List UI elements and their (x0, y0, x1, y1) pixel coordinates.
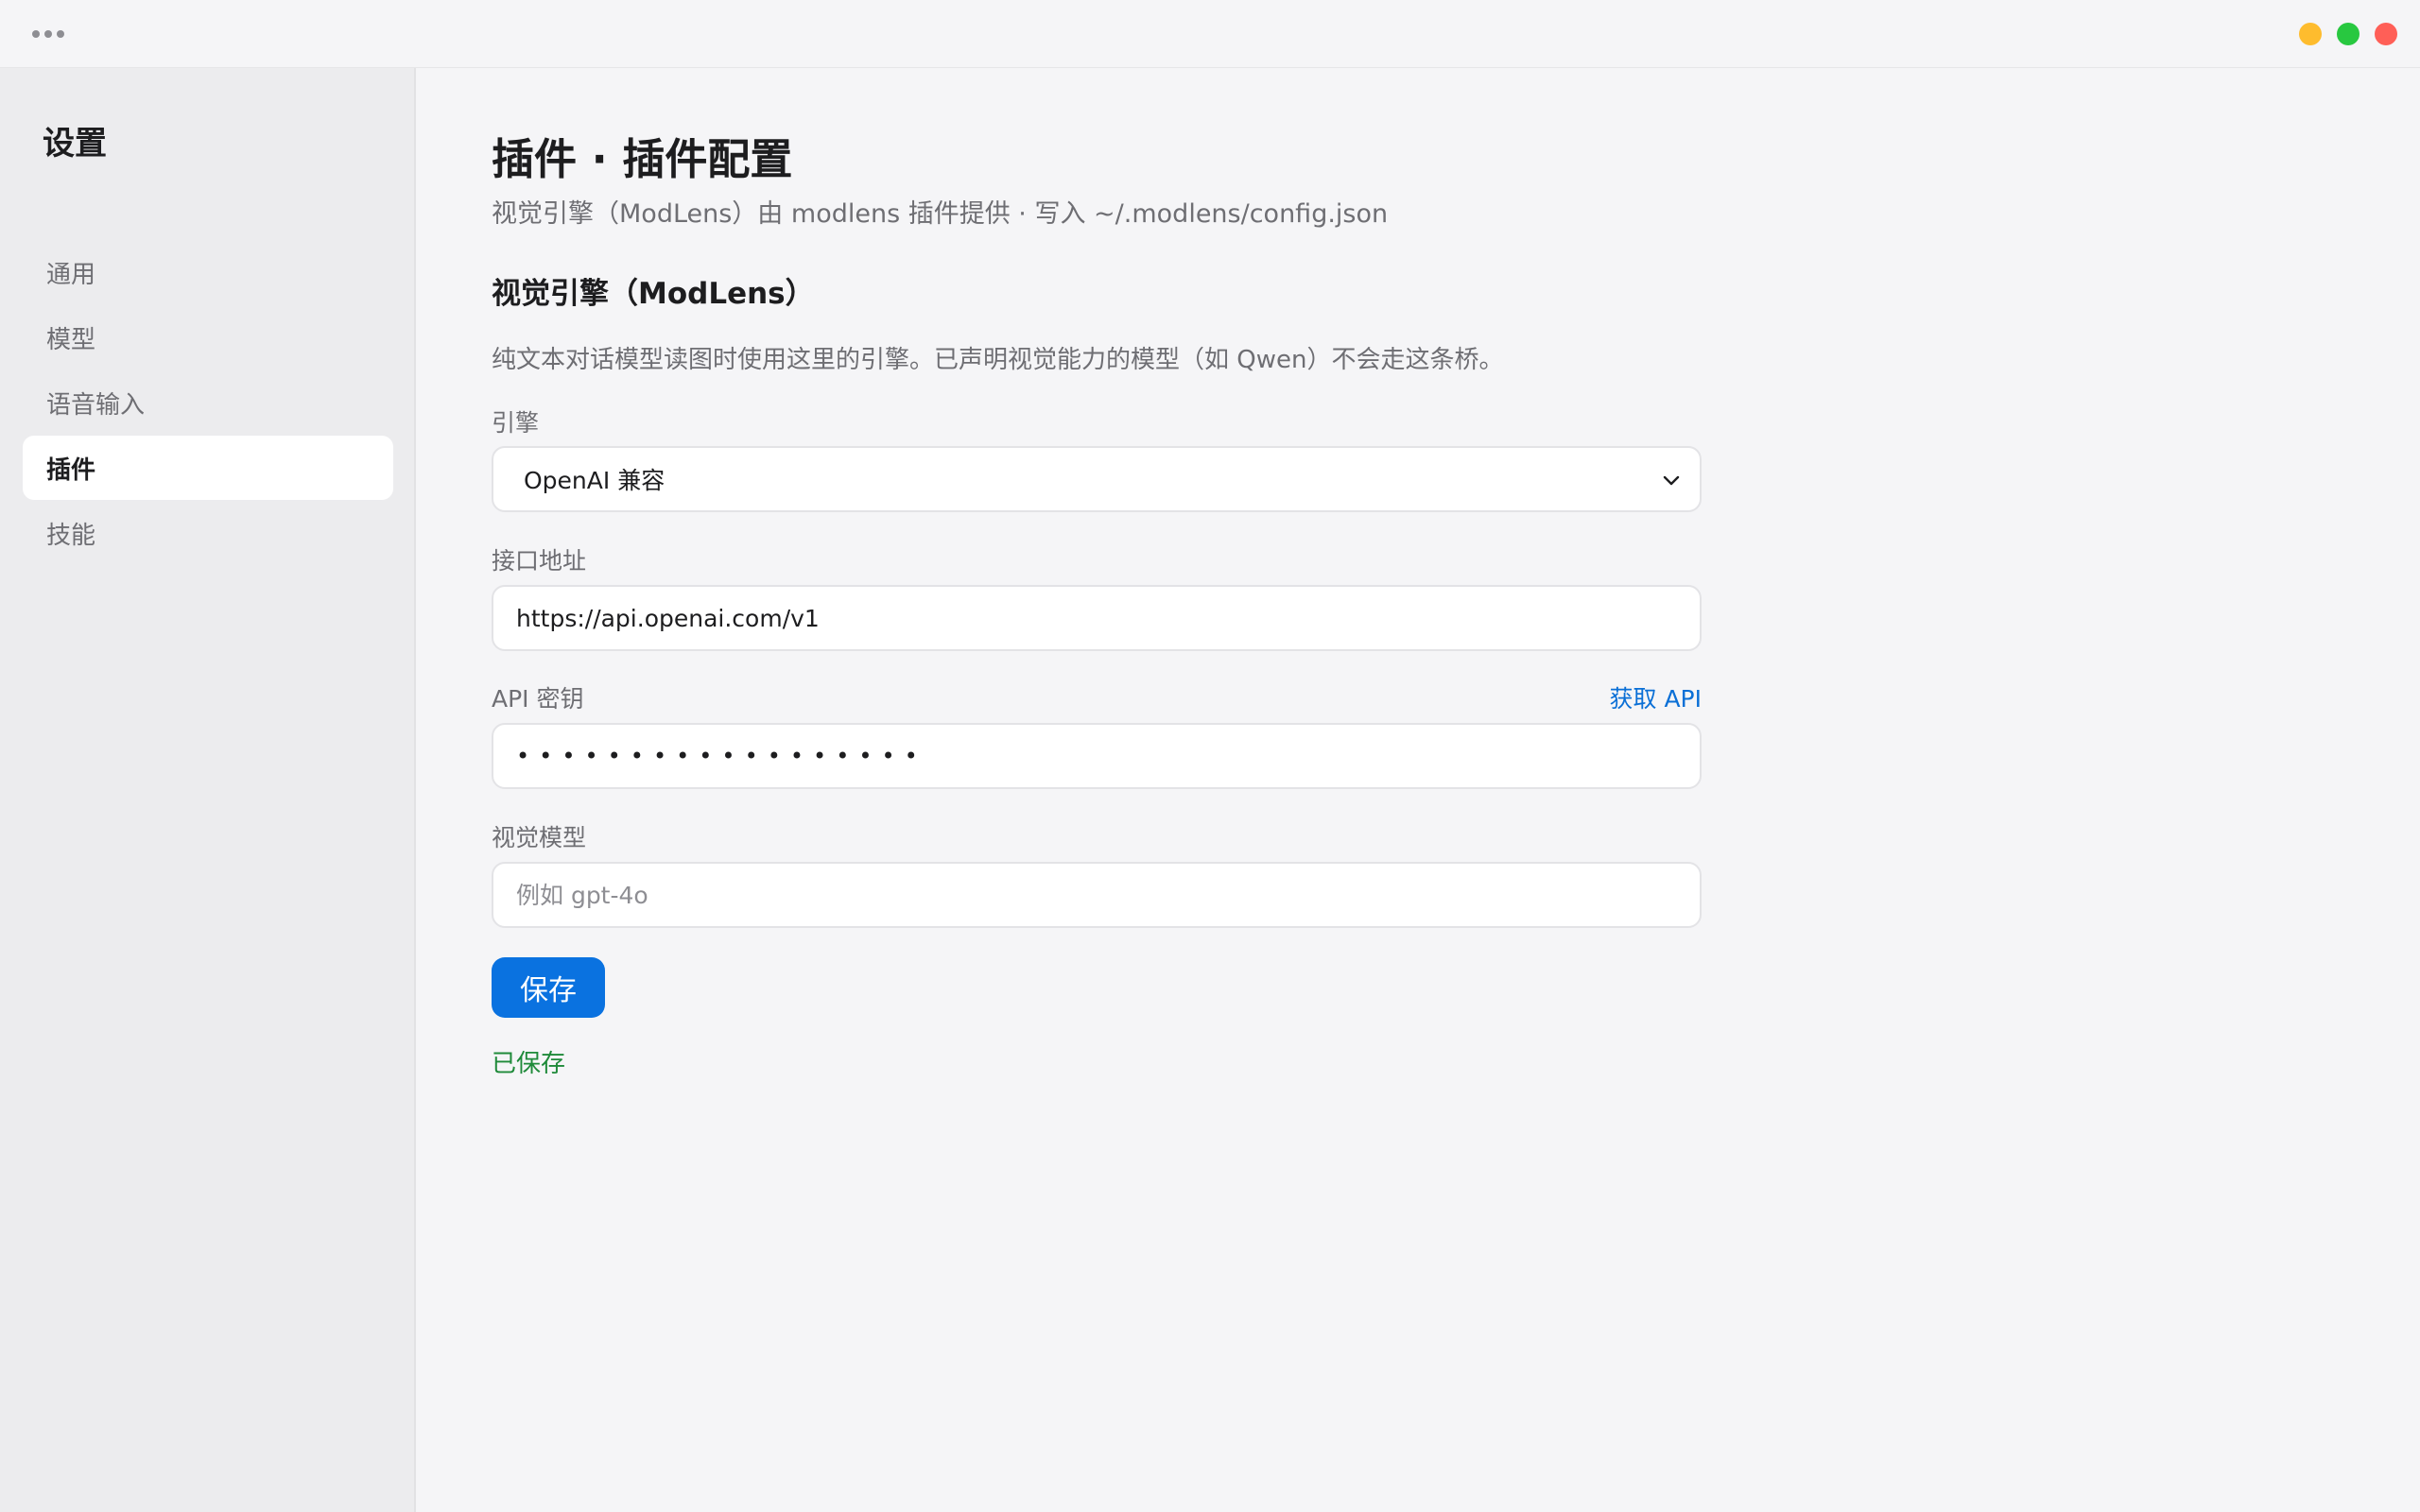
sidebar: 设置 通用 模型 语音输入 插件 技能 (0, 68, 416, 1512)
endpoint-label: 接口地址 (492, 547, 587, 575)
engine-select[interactable]: OpenAI 兼容 (492, 446, 1702, 512)
title-bar (0, 0, 2420, 68)
section-title: 视觉引擎（ModLens） (492, 277, 815, 311)
engine-select-value: OpenAI 兼容 (524, 467, 666, 494)
section-description: 纯文本对话模型读图时使用这里的引擎。已声明视觉能力的模型（如 Qwen）不会走这… (492, 346, 1504, 374)
api-key-label: API 密钥 (492, 685, 584, 713)
ellipsis-icon[interactable] (32, 25, 70, 43)
page-title: 插件 · 插件配置 (492, 134, 793, 184)
vision-model-label: 视觉模型 (492, 824, 587, 851)
get-api-link[interactable]: 获取 API (1610, 680, 1703, 714)
endpoint-input[interactable] (492, 585, 1702, 651)
vision-model-input[interactable] (492, 862, 1702, 928)
engine-label: 引擎 (492, 409, 540, 437)
sidebar-title: 设置 (43, 125, 107, 163)
close-button[interactable] (2375, 23, 2397, 45)
api-key-input[interactable]: •••••••••••••••••• (492, 723, 1702, 789)
sidebar-item-plugins[interactable]: 插件 (23, 436, 393, 500)
status-text: 已保存 (492, 1050, 566, 1078)
minimize-button[interactable] (2299, 23, 2322, 45)
chevron-down-icon (1663, 475, 1680, 486)
sidebar-item-skills[interactable]: 技能 (23, 501, 393, 565)
sidebar-item-models[interactable]: 模型 (23, 305, 393, 369)
save-button[interactable]: 保存 (492, 957, 605, 1018)
maximize-button[interactable] (2337, 23, 2360, 45)
page-subtitle: 视觉引擎（ModLens）由 modlens 插件提供 · 写入 ~/.modl… (492, 199, 1389, 229)
sidebar-item-voice-input[interactable]: 语音输入 (23, 370, 393, 435)
sidebar-item-general[interactable]: 通用 (23, 240, 393, 304)
